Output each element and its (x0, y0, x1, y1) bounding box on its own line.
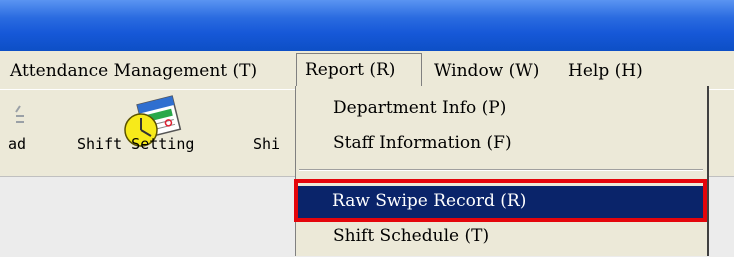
window-title-bar (0, 0, 734, 51)
partial-tool-icon (15, 105, 24, 123)
shift-setting-button[interactable]: Shift Setting (75, 90, 245, 160)
shift-setting-label: Shift Setting (77, 135, 195, 153)
menu-attendance-management[interactable]: Attendance Management (T) (10, 60, 257, 82)
menu-separator (299, 169, 703, 171)
menu-report[interactable]: Report (R) (296, 53, 422, 86)
menu-item-shift-schedule[interactable]: Shift Schedule (T) (333, 226, 489, 246)
report-dropdown-menu: Department Info (P) Staff Information (F… (295, 86, 709, 256)
toolbar-partial-label[interactable]: ad (8, 135, 26, 153)
menu-item-staff-information[interactable]: Staff Information (F) (333, 133, 512, 153)
menu-help[interactable]: Help (H) (568, 60, 643, 82)
toolbar-partial-label-right[interactable]: Shi (253, 135, 280, 153)
menu-window[interactable]: Window (W) (434, 60, 539, 82)
menu-item-department-info[interactable]: Department Info (P) (333, 98, 506, 118)
highlight-callout-box (294, 179, 707, 222)
menu-bar: Attendance Management (T) Report (R) Win… (0, 51, 734, 89)
